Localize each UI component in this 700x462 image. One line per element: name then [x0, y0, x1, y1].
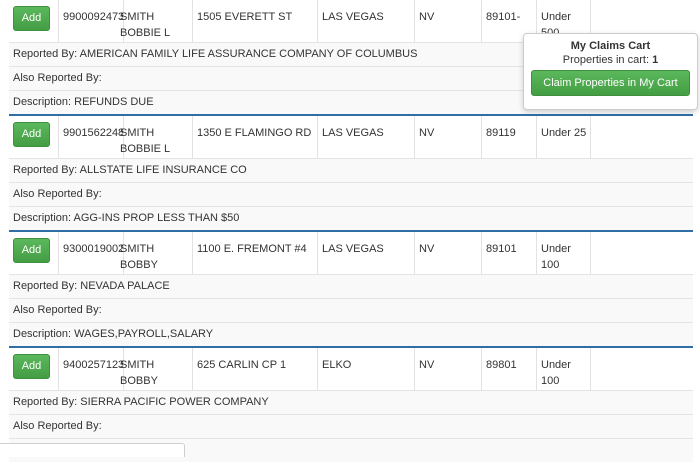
also-reported-by-row-label: Also Reported By:	[13, 304, 102, 316]
property-record: Add 9901562248 SMITH BOBBIE L 1350 E FLAMIN…	[9, 114, 693, 230]
empty-cell	[591, 348, 693, 390]
property-amount: Under 25	[537, 116, 591, 158]
owner-name: SMITH BOBBY	[116, 232, 193, 274]
add-to-cart-button[interactable]: Add	[13, 6, 50, 31]
description-row: Description: AGG-INS PROP LESS THAN $50	[9, 206, 693, 230]
property-state: NV	[415, 232, 482, 274]
property-city: LAS VEGAS	[318, 232, 415, 274]
add-cell: Add	[9, 348, 59, 390]
reported-by-row: Reported By: ALLSTATE LIFE INSURANCE CO	[9, 158, 693, 182]
property-state: NV	[415, 348, 482, 390]
property-amount: Under 100	[537, 348, 591, 390]
also-reported-by-row: Also Reported By:	[9, 182, 693, 206]
add-to-cart-button[interactable]: Add	[13, 238, 50, 263]
property-record-header: Add 9300019002 SMITH BOBBY 1100 E. FREMONT …	[9, 232, 693, 274]
description-row-label: Description:	[13, 212, 74, 224]
owner-name: SMITH BOBBIE L	[116, 0, 193, 42]
owner-name: SMITH BOBBY	[116, 348, 193, 390]
reported-by-row-value: SIERRA PACIFIC POWER COMPANY	[80, 396, 269, 408]
property-city: ELKO	[318, 348, 415, 390]
property-id: 9400257123	[59, 348, 124, 390]
description-row-label: Description:	[13, 328, 75, 340]
property-address: 1505 EVERETT ST	[193, 0, 318, 42]
property-address: 1100 E. FREMONT #4	[193, 232, 318, 274]
description-row-label: Description:	[13, 96, 75, 108]
claims-cart-panel: My Claims Cart Properties in cart: 1 Cla…	[523, 33, 698, 110]
description-row-value: AGG-INS PROP LESS THAN $50	[73, 212, 240, 224]
property-state: NV	[415, 0, 482, 42]
reported-by-row-label: Reported By:	[13, 48, 80, 60]
cart-count-label: Properties in cart:	[562, 54, 653, 66]
empty-cell	[591, 232, 693, 274]
cart-count-value: 1	[652, 54, 659, 66]
cart-title: My Claims Cart	[570, 40, 651, 52]
property-id: 9901562248	[59, 116, 124, 158]
also-reported-by-row-label: Also Reported By:	[13, 72, 102, 84]
property-city: LAS VEGAS	[318, 116, 415, 158]
property-id: 9300019002	[59, 232, 124, 274]
property-record: Add 9300019002 SMITH BOBBY 1100 E. FREMONT …	[9, 230, 693, 346]
description-row: Description: WAGES,PAYROLL,SALARY	[9, 322, 693, 346]
description-row-value: WAGES,PAYROLL,SALARY	[74, 328, 214, 340]
cart-count-line: Properties in cart: 1	[524, 53, 697, 67]
property-state: NV	[415, 116, 482, 158]
also-reported-by-row: Also Reported By:	[9, 414, 693, 438]
reported-by-row: Reported By: NEVADA PALACE	[9, 274, 693, 298]
property-amount: Under 100	[537, 232, 591, 274]
property-zip: 89101	[482, 232, 537, 274]
reported-by-row-value: ALLSTATE LIFE INSURANCE CO	[79, 164, 247, 176]
empty-cell	[591, 116, 693, 158]
reported-by-row-label: Reported By:	[13, 280, 81, 292]
reported-by-row-label: Reported By:	[13, 164, 80, 176]
claim-properties-button[interactable]: Claim Properties in My Cart	[531, 70, 690, 96]
property-address: 1350 E FLAMINGO RD	[193, 116, 318, 158]
property-record-header: Add 9901562248 SMITH BOBBIE L 1350 E FLAMIN…	[9, 116, 693, 158]
add-to-cart-button[interactable]: Add	[13, 354, 50, 379]
reported-by-row-label: Reported By:	[13, 396, 81, 408]
description-row-value: REFUNDS DUE	[74, 96, 154, 108]
also-reported-by-row: Also Reported By:	[9, 298, 693, 322]
property-address: 625 CARLIN CP 1	[193, 348, 318, 390]
add-cell: Add	[9, 232, 59, 274]
also-reported-by-row-label: Also Reported By:	[13, 188, 102, 200]
add-cell: Add	[9, 116, 59, 158]
property-id: 9900092473	[59, 0, 124, 42]
add-to-cart-button[interactable]: Add	[13, 122, 50, 147]
property-city: LAS VEGAS	[318, 0, 415, 42]
reported-by-row: Reported By: SIERRA PACIFIC POWER COMPAN…	[9, 390, 693, 414]
property-zip: 89119	[482, 116, 537, 158]
add-cell: Add	[9, 0, 59, 42]
reported-by-row-value: AMERICAN FAMILY LIFE ASSURANCE COMPANY O…	[79, 48, 418, 60]
property-record-header: Add 9400257123 SMITH BOBBY 625 CARLIN CP 1E…	[9, 348, 693, 390]
also-reported-by-row-label: Also Reported By:	[13, 420, 102, 432]
property-zip: 89801	[482, 348, 537, 390]
bottom-tab-edge	[0, 443, 185, 457]
owner-name: SMITH BOBBIE L	[116, 116, 193, 158]
reported-by-row-value: NEVADA PALACE	[80, 280, 170, 292]
